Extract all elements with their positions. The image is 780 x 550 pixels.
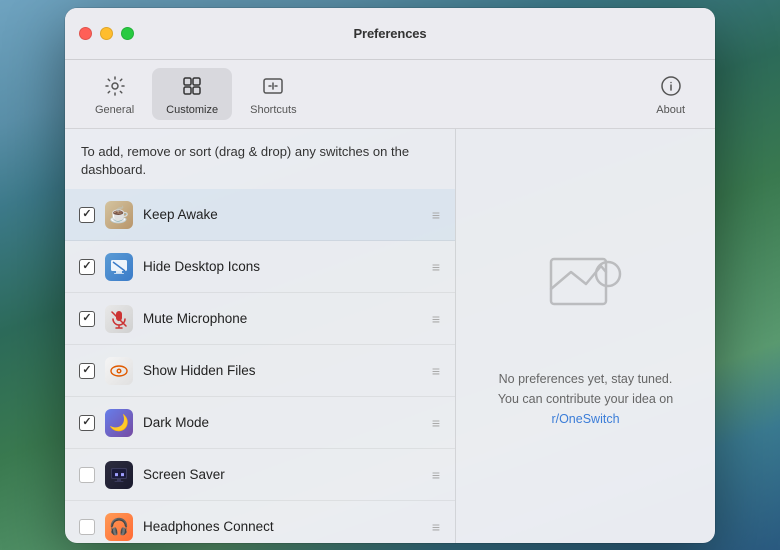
general-icon [101,72,129,100]
preferences-window: Preferences General [65,8,715,543]
close-button[interactable] [79,27,92,40]
keep-awake-label: Keep Awake [143,207,432,222]
about-label: About [656,104,685,116]
dark-mode-checkbox[interactable]: ✓ [79,415,95,431]
list-item[interactable]: ✓ Show Hidden Files ≡ [65,345,455,397]
description-text: To add, remove or sort (drag & drop) any… [65,129,455,189]
drag-handle-icon[interactable]: ≡ [432,311,441,327]
screen-saver-checkbox[interactable] [79,467,95,483]
headphones-checkbox[interactable] [79,519,95,535]
dark-mode-label: Dark Mode [143,415,432,430]
customize-label: Customize [166,104,218,116]
hide-desktop-icon [105,253,133,281]
about-icon [657,72,685,100]
show-hidden-label: Show Hidden Files [143,363,432,378]
drag-handle-icon[interactable]: ≡ [432,363,441,379]
drag-handle-icon[interactable]: ≡ [432,467,441,483]
mute-mic-checkbox[interactable]: ✓ [79,311,95,327]
svg-text:■ ■: ■ ■ [115,472,124,478]
hide-desktop-checkbox[interactable]: ✓ [79,259,95,275]
maximize-button[interactable] [121,27,134,40]
list-item[interactable]: ✓ Mute Microphone ≡ [65,293,455,345]
hide-desktop-label: Hide Desktop Icons [143,259,432,274]
checkmark-icon: ✓ [82,261,91,272]
customize-icon [178,72,206,100]
reddit-link[interactable]: r/OneSwitch [551,412,619,426]
checkmark-icon: ✓ [82,313,91,324]
keep-awake-checkbox[interactable]: ✓ [79,207,95,223]
placeholder-text: No preferences yet, stay tuned. You can … [476,369,695,429]
drag-handle-icon[interactable]: ≡ [432,259,441,275]
left-panel: To add, remove or sort (drag & drop) any… [65,129,455,543]
drag-handle-icon[interactable]: ≡ [432,519,441,535]
list-item[interactable]: ✓ Hide Desktop Icons ≡ [65,241,455,293]
toolbar-item-customize[interactable]: Customize [152,68,232,120]
placeholder-graphic [536,244,636,349]
list-item[interactable]: 🎧 Headphones Connect ≡ [65,501,455,543]
screen-saver-label: Screen Saver [143,467,432,482]
show-hidden-icon [105,357,133,385]
mute-mic-label: Mute Microphone [143,311,432,326]
list-item[interactable]: ■ ■ Screen Saver ≡ [65,449,455,501]
checkmark-icon: ✓ [82,365,91,376]
screen-saver-icon: ■ ■ [105,461,133,489]
drag-handle-icon[interactable]: ≡ [432,415,441,431]
headphones-label: Headphones Connect [143,519,432,534]
mute-mic-icon [105,305,133,333]
toolbar-item-general[interactable]: General [81,68,148,120]
headphones-icon: 🎧 [105,513,133,541]
checkmark-icon: ✓ [82,417,91,428]
toolbar: General Customize [65,60,715,129]
switches-list: ✓ ☕ Keep Awake ≡ ✓ [65,189,455,543]
list-item[interactable]: ✓ ☕ Keep Awake ≡ [65,189,455,241]
toolbar-left: General Customize [81,68,311,120]
list-item[interactable]: ✓ 🌙 Dark Mode ≡ [65,397,455,449]
shortcuts-label: Shortcuts [250,104,296,116]
toolbar-right: About [642,68,699,120]
drag-handle-icon[interactable]: ≡ [432,207,441,223]
general-label: General [95,104,134,116]
right-panel: No preferences yet, stay tuned. You can … [455,129,715,543]
show-hidden-checkbox[interactable]: ✓ [79,363,95,379]
placeholder-main-text: No preferences yet, stay tuned. [499,372,673,386]
keep-awake-icon: ☕ [105,201,133,229]
toolbar-item-about[interactable]: About [642,68,699,120]
titlebar: Preferences [65,8,715,60]
shortcuts-icon [259,72,287,100]
content-area: To add, remove or sort (drag & drop) any… [65,129,715,543]
checkmark-icon: ✓ [82,209,91,220]
minimize-button[interactable] [100,27,113,40]
placeholder-sub-text: You can contribute your idea on [498,392,673,406]
window-controls [79,27,134,40]
dark-mode-icon: 🌙 [105,409,133,437]
window-title: Preferences [353,26,426,41]
toolbar-item-shortcuts[interactable]: Shortcuts [236,68,310,120]
